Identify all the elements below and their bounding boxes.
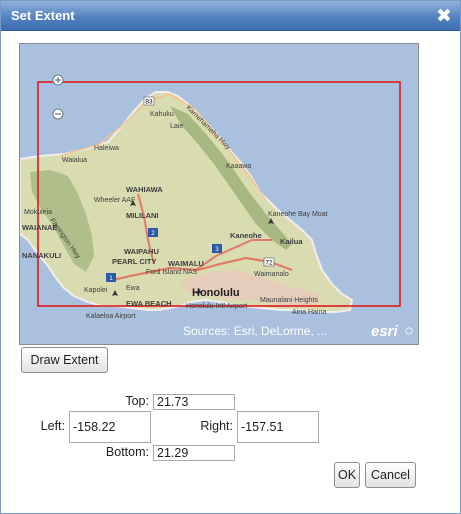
label-mililani: MILILANI [126,211,159,220]
label-waimanalo: Waimanalo [254,271,289,278]
shield-3: 3 [215,246,219,253]
shield-83: 83 [145,99,153,106]
extent-map[interactable]: 83 2 3 72 1 Kahuku Laie Haleiwa Waialua … [19,43,419,345]
label-waimalu: WAIMALU [168,259,204,268]
label-kaneohe-bay: Kaneohe Bay Moat [268,211,328,218]
label-nanakuli: NANAKULI [22,251,61,260]
label-maunalani: Maunalani Heights [260,297,318,304]
close-icon[interactable]: ✖ [434,6,454,26]
label-kahuku: Kahuku [150,111,174,118]
top-label: Top: [125,394,149,408]
esri-logo: esri [371,323,399,340]
bottom-input[interactable] [153,445,235,461]
right-label: Right: [200,419,233,433]
label-kailua: Kailua [280,237,303,246]
label-waianae: WAIANAE [22,223,57,232]
label-waipahu: WAIPAHU [124,247,159,256]
draw-extent-button[interactable]: Draw Extent [21,347,108,373]
label-ewa: Ewa [126,285,140,292]
shield-2: 2 [151,230,155,237]
label-wahiawa: WAHIAWA [126,185,163,194]
label-kalaeloa: Kalaeloa Airport [86,313,135,320]
zoom-out-icon[interactable] [52,108,64,120]
shield-1: 1 [109,275,113,282]
dialog-title: Set Extent [11,8,75,23]
label-waialua: Waialua [62,157,87,164]
right-input[interactable] [237,411,319,443]
label-mokuleia: Mokuleia [24,209,52,216]
left-input[interactable] [69,411,151,443]
set-extent-dialog: Set Extent ✖ 83 2 3 72 1 Kahuku Laie Hal… [0,0,461,514]
label-kaneohe: Kaneohe [230,231,262,240]
label-honolulu: Honolulu [192,287,240,299]
cancel-button[interactable]: Cancel [365,462,416,488]
map-attribution: Sources: Esri, DeLorme, ... [183,324,327,338]
label-ewa-beach: EWA BEACH [126,299,172,308]
label-wheeler: Wheeler AAF [94,197,135,204]
label-laie: Laie [170,123,183,130]
bottom-label: Bottom: [105,445,149,459]
label-ford-island: Ford Island NAS [146,269,198,276]
top-input[interactable] [153,394,235,410]
zoom-in-icon[interactable] [52,74,64,86]
left-label: Left: [40,419,65,433]
label-kaaawa: Kaaawa [226,163,251,170]
label-honolulu-airport: Honolulu Intl Airport [186,303,247,310]
label-pearl-city: PEARL CITY [112,257,156,266]
label-kapolei: Kapolei [84,287,108,294]
shield-72: 72 [265,260,273,267]
dialog-titlebar[interactable]: Set Extent ✖ [1,1,460,31]
label-haleiwa: Haleiwa [94,145,119,152]
ok-button[interactable]: OK [334,462,360,488]
label-aina-haina: Aina Haina [292,309,326,316]
